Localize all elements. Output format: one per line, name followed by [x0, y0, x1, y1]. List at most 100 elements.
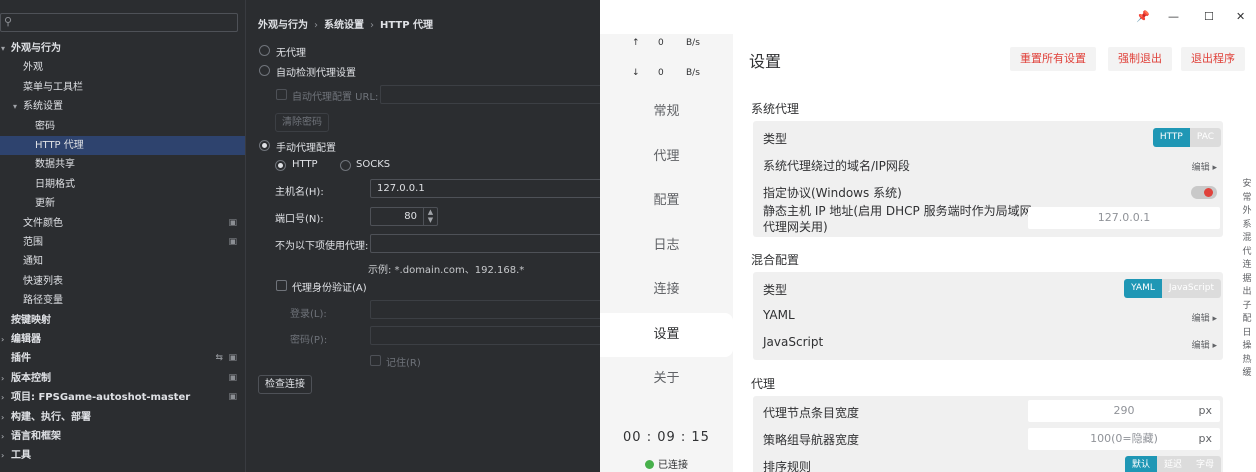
- tree-item[interactable]: › 语言和框架: [0, 427, 245, 446]
- item-width-input[interactable]: 290 px: [1028, 400, 1220, 422]
- tree-item-label: 密码: [35, 120, 55, 132]
- tree-item[interactable]: 范围 ▣: [0, 233, 245, 252]
- type-option-pac[interactable]: PAC: [1189, 128, 1221, 147]
- no-proxy-example: 示例: *.domain.com、192.168.*: [368, 265, 525, 276]
- manual-proxy-radio[interactable]: [259, 140, 270, 151]
- tree-item[interactable]: › 版本控制 ▣: [0, 369, 245, 388]
- no-proxy-for-input[interactable]: [370, 234, 606, 253]
- tree-item-label: 系统设置: [23, 101, 63, 113]
- breadcrumb-item[interactable]: 外观与行为: [258, 20, 308, 31]
- sort-option-alpha[interactable]: 字母: [1188, 456, 1221, 472]
- nav-item[interactable]: 常规: [600, 90, 733, 134]
- bypass-domains-label: 系统代理绕过的域名/IP网段: [763, 159, 910, 173]
- connection-status-label: 已连接: [658, 460, 688, 471]
- sort-option-delay[interactable]: 延迟: [1156, 456, 1189, 472]
- tree-item-label: 外观: [23, 62, 43, 74]
- tree-item[interactable]: HTTP 代理: [0, 136, 245, 155]
- login-label: 登录(L):: [290, 309, 327, 320]
- chevron-right-icon[interactable]: ›: [1, 427, 4, 446]
- chevron-right-icon[interactable]: ›: [1, 330, 4, 349]
- yaml-edit-button[interactable]: 编辑 ▸: [1192, 311, 1217, 324]
- host-label: 主机名(H):: [275, 187, 324, 198]
- minimize-icon[interactable]: —: [1168, 10, 1179, 23]
- static-ip-input[interactable]: 127.0.0.1: [1028, 207, 1220, 229]
- password-label: 密码(P):: [290, 335, 328, 346]
- password-input[interactable]: [370, 326, 606, 345]
- tree-item[interactable]: 路径变量: [0, 291, 245, 310]
- port-stepper-icon[interactable]: ▲ ▼: [423, 208, 437, 225]
- system-proxy-type-switch[interactable]: HTTP PAC: [1152, 128, 1221, 147]
- nav-item[interactable]: 连接: [600, 268, 733, 312]
- tree-item[interactable]: 快速列表: [0, 272, 245, 291]
- check-connection-button[interactable]: 检查连接: [258, 375, 312, 394]
- host-input[interactable]: 127.0.0.1: [370, 179, 606, 198]
- tree-item-label: 项目: FPSGame-autoshot-master: [11, 392, 191, 404]
- auto-config-url-checkbox[interactable]: [276, 89, 287, 100]
- auto-config-url-input[interactable]: [380, 85, 606, 104]
- nav-item[interactable]: 关于: [600, 357, 733, 401]
- socks-radio[interactable]: [340, 160, 351, 171]
- sort-rule-switch[interactable]: 默认 延迟 字母: [1124, 456, 1221, 472]
- no-proxy-radio[interactable]: [259, 45, 270, 56]
- manual-proxy-label: 手动代理配置: [276, 143, 336, 154]
- type-option-javascript[interactable]: JavaScript: [1161, 279, 1221, 298]
- reset-all-settings-button[interactable]: 重置所有设置: [1010, 47, 1096, 71]
- close-icon[interactable]: ✕: [1236, 10, 1245, 23]
- nav-width-label: 策略组导航器宽度: [763, 433, 860, 447]
- mixin-type-switch[interactable]: YAML JavaScript: [1124, 279, 1221, 298]
- tree-item-label: 日期格式: [35, 178, 75, 190]
- tree-item[interactable]: 通知: [0, 252, 245, 271]
- auto-detect-radio[interactable]: [259, 65, 270, 76]
- tree-item[interactable]: 文件颜色 ▣: [0, 214, 245, 233]
- chevron-right-icon[interactable]: ›: [1, 369, 4, 388]
- type-option-http[interactable]: HTTP: [1152, 128, 1190, 147]
- tree-item[interactable]: › 项目: FPSGame-autoshot-master ▣: [0, 388, 245, 407]
- system-proxy-section-title: 系统代理: [751, 102, 800, 116]
- tree-item[interactable]: ▾ 系统设置: [0, 97, 245, 116]
- proxy-auth-checkbox[interactable]: [276, 280, 287, 291]
- login-input[interactable]: [370, 300, 606, 319]
- remember-checkbox[interactable]: [370, 355, 381, 366]
- nav-item[interactable]: 设置: [600, 312, 733, 357]
- chevron-right-icon[interactable]: ›: [1, 446, 4, 465]
- tree-item[interactable]: 数据共享: [0, 155, 245, 174]
- settings-search-input[interactable]: ⚲: [0, 13, 238, 32]
- tree-item[interactable]: ▾ 外观与行为: [0, 39, 245, 58]
- clear-password-button[interactable]: 清除密码: [275, 113, 329, 132]
- tree-item[interactable]: 按键映射: [0, 311, 245, 330]
- maximize-icon[interactable]: ☐: [1204, 10, 1214, 23]
- tree-item[interactable]: 插件 ▣ ⇆: [0, 349, 245, 368]
- mixin-card: 类型 YAML JavaScript YAML 编辑 ▸ JavaScript 编…: [753, 272, 1223, 360]
- nav-width-input[interactable]: 100(0=隐藏) px: [1028, 428, 1220, 450]
- nav-item[interactable]: 代理: [600, 135, 733, 179]
- protocol-toggle[interactable]: [1191, 186, 1217, 199]
- http-radio[interactable]: [275, 160, 286, 171]
- download-value: 0: [658, 68, 664, 78]
- bypass-edit-button[interactable]: 编辑 ▸: [1192, 160, 1217, 173]
- chevron-right-icon[interactable]: ›: [1, 388, 4, 407]
- tree-item[interactable]: › 编辑器: [0, 330, 245, 349]
- chevron-down-icon[interactable]: ▾: [1, 39, 5, 58]
- tree-item[interactable]: 菜单与工具栏: [0, 78, 245, 97]
- chevron-down-icon[interactable]: ▾: [13, 97, 17, 116]
- tree-item[interactable]: 密码: [0, 117, 245, 136]
- quit-app-button[interactable]: 退出程序: [1181, 47, 1245, 71]
- javascript-edit-button[interactable]: 编辑 ▸: [1192, 338, 1217, 351]
- breadcrumb-item[interactable]: 系统设置: [324, 20, 364, 31]
- section-index-strip[interactable]: 安常外系混代连据出子配日操热缓: [1240, 178, 1254, 381]
- port-input[interactable]: 80 ▲ ▼: [370, 207, 438, 226]
- force-quit-button[interactable]: 强制退出: [1108, 47, 1172, 71]
- tree-item[interactable]: 日期格式: [0, 175, 245, 194]
- nav-item[interactable]: 日志: [600, 224, 733, 268]
- tree-item[interactable]: 外观: [0, 58, 245, 77]
- tree-item[interactable]: › 工具: [0, 446, 245, 465]
- tree-item[interactable]: › 构建、执行、部署: [0, 408, 245, 427]
- sort-option-default[interactable]: 默认: [1124, 456, 1157, 472]
- tree-item-label: 菜单与工具栏: [23, 81, 83, 93]
- type-option-yaml[interactable]: YAML: [1124, 279, 1162, 298]
- connected-dot-icon: [645, 460, 654, 469]
- chevron-right-icon[interactable]: ›: [1, 408, 4, 427]
- tree-item[interactable]: 更新: [0, 194, 245, 213]
- pin-icon[interactable]: 📌: [1136, 10, 1150, 23]
- nav-item[interactable]: 配置: [600, 179, 733, 223]
